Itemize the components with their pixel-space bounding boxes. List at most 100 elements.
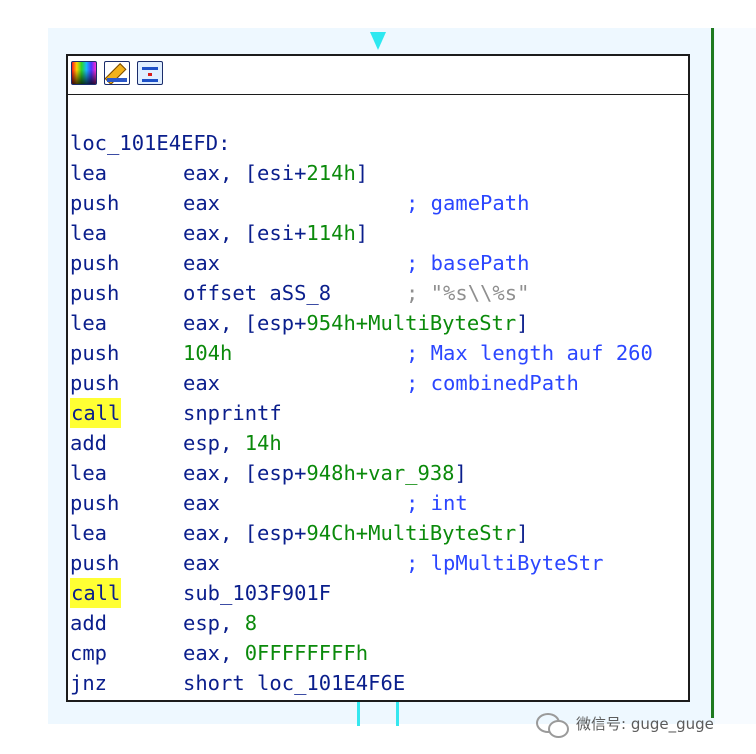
instruction-operands[interactable]: eax, [esp+94Ch+MultiByteStr]	[183, 518, 529, 548]
instruction-mnemonic[interactable]: push	[70, 338, 119, 368]
operand-number: 94Ch+MultiByteStr	[306, 521, 517, 545]
edit-pencil-icon[interactable]	[104, 61, 130, 85]
operand-text: esp,	[183, 431, 245, 455]
operand-text: eax	[183, 251, 221, 275]
color-palette-icon[interactable]	[71, 61, 97, 85]
instruction-mnemonic[interactable]: push	[70, 488, 119, 518]
operand-text: eax, [esp+	[183, 461, 307, 485]
operand-text: eax	[183, 491, 221, 515]
operand-text: eax, [esp+	[183, 521, 307, 545]
instruction-row[interactable]: push offset aSS_8 ; "%s\\%s"	[70, 278, 529, 308]
operand-text: eax, [esp+	[183, 311, 307, 335]
instruction-mnemonic[interactable]: lea	[70, 158, 107, 188]
disassembly-listing: loc_101E4EFD: lea eax, [esi+214h] push eax;…	[70, 128, 653, 698]
instruction-mnemonic[interactable]: push	[70, 548, 119, 578]
wechat-icon	[536, 710, 569, 738]
incoming-edge-arrow-icon	[370, 32, 386, 50]
instruction-mnemonic[interactable]: push	[70, 368, 119, 398]
instruction-operands[interactable]: eax, [esi+214h]	[183, 158, 368, 188]
instruction-mnemonic[interactable]: push	[70, 278, 119, 308]
instruction-comment: ; gamePath	[406, 191, 530, 215]
watermark: 微信号: guge_guge	[536, 708, 714, 738]
operand-text: snprintf	[183, 401, 282, 425]
instruction-row[interactable]: jnz short loc_101E4F6E	[70, 668, 405, 698]
instruction-comment: ; Max length auf 260	[406, 341, 653, 365]
instruction-operands[interactable]: sub_103F901F	[183, 578, 331, 608]
instruction-row[interactable]: lea eax, [esp+94Ch+MultiByteStr]	[70, 518, 529, 548]
instruction-mnemonic[interactable]: push	[70, 248, 119, 278]
instruction-mnemonic[interactable]: lea	[70, 518, 107, 548]
instruction-row[interactable]: push eax ; combinedPath	[70, 368, 579, 398]
instruction-row[interactable]: push 104h ; Max length auf 260	[70, 338, 653, 368]
instruction-mnemonic[interactable]: push	[70, 188, 119, 218]
node-header-toolbar	[68, 56, 688, 95]
operand-text: esp,	[183, 611, 245, 635]
instruction-comment: ; combinedPath	[406, 371, 579, 395]
location-label[interactable]: loc_101E4EFD:	[70, 128, 230, 158]
operand-text: sub_103F901F	[183, 581, 332, 605]
instruction-operands[interactable]: esp, 8	[183, 608, 257, 638]
instruction-mnemonic[interactable]: add	[70, 428, 107, 458]
instruction-row[interactable]: lea eax, [esi+214h]	[70, 158, 368, 188]
operand-tail: ]	[516, 311, 529, 335]
instruction-mnemonic[interactable]: add	[70, 608, 107, 638]
instruction-row[interactable]: cmp eax, 0FFFFFFFFh	[70, 638, 368, 668]
operand-text: eax, [esi+	[183, 221, 307, 245]
instruction-mnemonic[interactable]: lea	[70, 458, 107, 488]
instruction-row[interactable]: add esp, 14h	[70, 428, 282, 458]
instruction-row[interactable]: add esp, 8	[70, 608, 257, 638]
instruction-row[interactable]: lea eax, [esp+954h+MultiByteStr]	[70, 308, 529, 338]
operand-text: eax	[183, 371, 221, 395]
instruction-operands[interactable]: eax	[183, 548, 220, 578]
instruction-row[interactable]: push eax ; basePath	[70, 248, 529, 278]
operand-text: eax	[183, 191, 221, 215]
instruction-mnemonic[interactable]: lea	[70, 218, 107, 248]
instruction-comment: ; int	[406, 491, 468, 515]
instruction-operands[interactable]: eax, [esp+954h+MultiByteStr]	[183, 308, 529, 338]
operand-number: 104h	[183, 341, 233, 365]
instruction-mnemonic[interactable]: call	[70, 578, 122, 608]
instruction-mnemonic[interactable]: jnz	[70, 668, 107, 698]
instruction-operands[interactable]: offset aSS_8	[183, 278, 331, 308]
instruction-operands[interactable]: eax	[183, 188, 220, 218]
instruction-row[interactable]: push eax ; gamePath	[70, 188, 529, 218]
instruction-mnemonic[interactable]: lea	[70, 308, 107, 338]
operand-tail: ]	[355, 221, 369, 245]
instruction-operands[interactable]: eax	[183, 368, 220, 398]
instruction-comment: ; lpMultiByteStr	[406, 551, 604, 575]
operand-text: short loc_101E4F6E	[183, 671, 406, 695]
instruction-operands[interactable]: eax, 0FFFFFFFFh	[183, 638, 368, 668]
operand-number: 954h+MultiByteStr	[306, 311, 517, 335]
instruction-row[interactable]: call snprintf	[70, 398, 282, 428]
operand-number: 0FFFFFFFFh	[244, 641, 369, 665]
instruction-operands[interactable]: eax, [esp+948h+var_938]	[183, 458, 467, 488]
instruction-mnemonic[interactable]: call	[70, 398, 122, 428]
instruction-comment: ; basePath	[406, 251, 530, 275]
operand-number: 214h	[306, 161, 356, 185]
instruction-operands[interactable]: eax, [esi+114h]	[183, 218, 368, 248]
instruction-operands[interactable]: 104h	[183, 338, 232, 368]
instruction-row[interactable]: call sub_103F901F	[70, 578, 331, 608]
instruction-row[interactable]: lea eax, [esp+948h+var_938]	[70, 458, 467, 488]
instruction-row[interactable]: push eax ; int	[70, 488, 468, 518]
operand-tail: ]	[516, 521, 529, 545]
instruction-operands[interactable]: eax	[183, 488, 220, 518]
graph-canvas-right	[715, 28, 756, 724]
instruction-operands[interactable]: short loc_101E4F6E	[183, 668, 405, 698]
operand-text: offset aSS_8	[183, 281, 332, 305]
instruction-row[interactable]: lea eax, [esi+114h]	[70, 218, 368, 248]
operand-number: 114h	[306, 221, 356, 245]
operand-text: eax,	[183, 641, 245, 665]
graph-overview-icon[interactable]	[137, 61, 163, 85]
watermark-text: 微信号: guge_guge	[576, 714, 714, 733]
operand-text: eax, [esi+	[183, 161, 307, 185]
instruction-mnemonic[interactable]: cmp	[70, 638, 107, 668]
instruction-operands[interactable]: snprintf	[183, 398, 282, 428]
instruction-row[interactable]: push eax ; lpMultiByteStr	[70, 548, 603, 578]
operand-number: 8	[244, 611, 258, 635]
instruction-operands[interactable]: esp, 14h	[183, 428, 282, 458]
operand-number: 14h	[244, 431, 282, 455]
instruction-operands[interactable]: eax	[183, 248, 220, 278]
outgoing-edge-left	[357, 702, 360, 726]
graph-edge-green	[711, 28, 714, 718]
